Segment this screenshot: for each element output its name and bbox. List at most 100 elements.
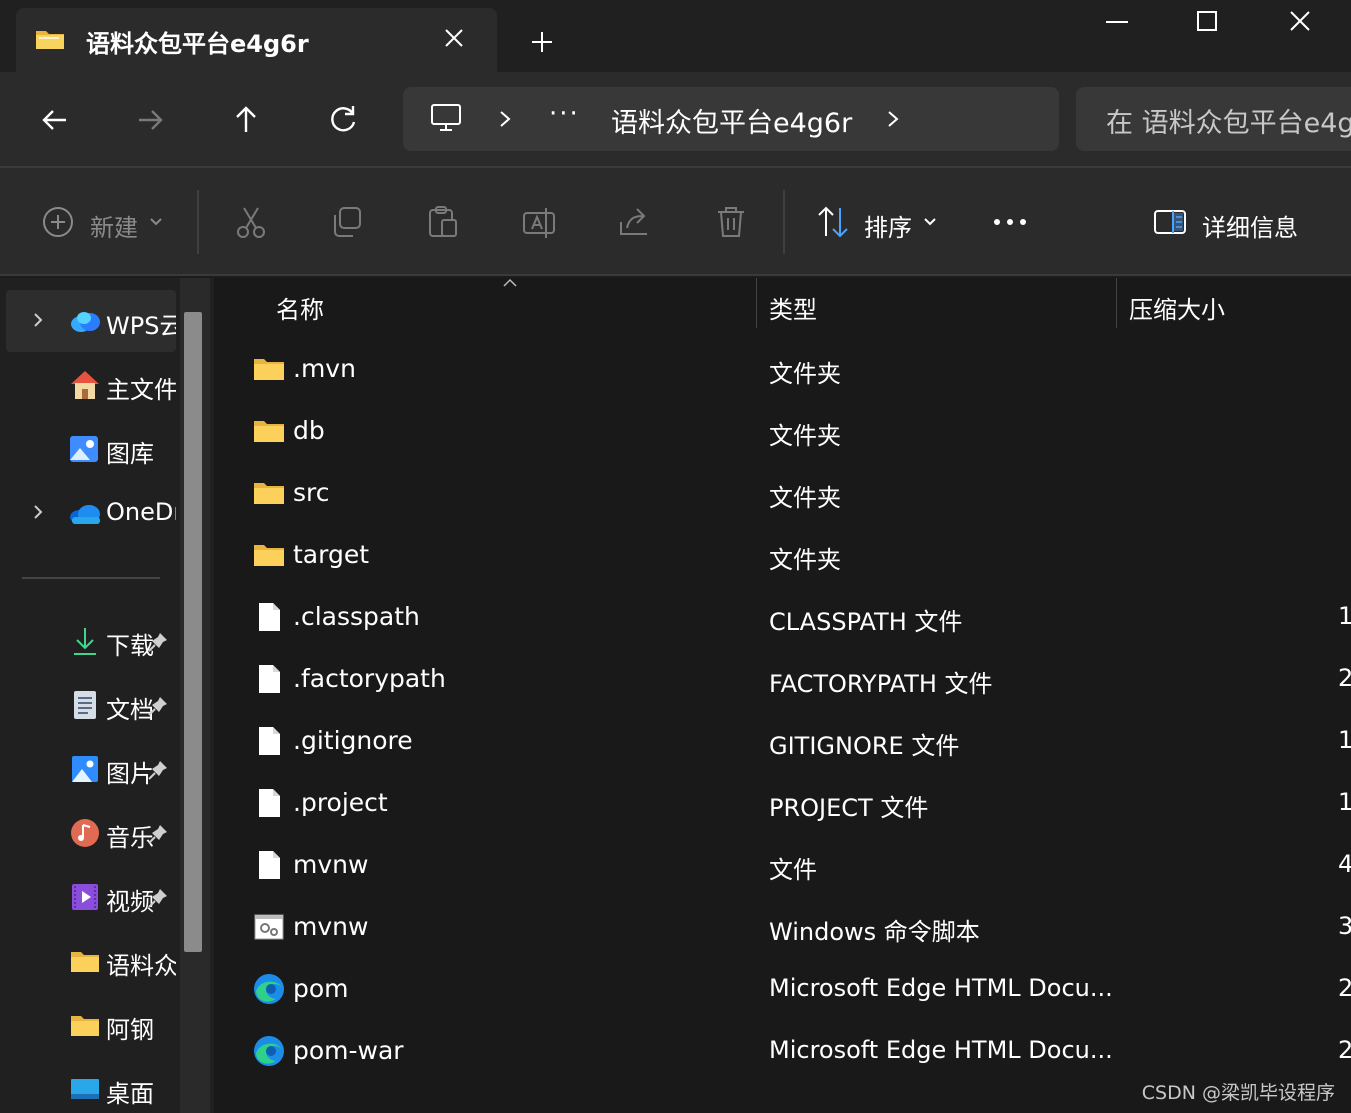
file-compressed-size: 3 (1338, 912, 1351, 940)
pin-icon[interactable] (146, 630, 170, 654)
close-icon[interactable] (440, 24, 468, 52)
file-row[interactable]: .project PROJECT 文件 1 (214, 772, 1351, 834)
column-header-compressed-size[interactable]: 压缩大小 (1129, 290, 1225, 325)
file-compressed-size: 2 (1338, 1036, 1351, 1064)
breadcrumb-current[interactable]: 语料众包平台e4g6r (611, 101, 852, 140)
sidebar-item-videos[interactable]: 视频 (6, 866, 176, 928)
this-pc-icon[interactable] (429, 101, 463, 135)
file-row[interactable]: pom Microsoft Edge HTML Docu... 2 (214, 958, 1351, 1020)
sidebar-item-documents[interactable]: 文档 (6, 674, 176, 736)
column-divider[interactable] (756, 278, 757, 328)
file-icon (259, 727, 280, 755)
sidebar-item-pictures[interactable]: 图片 (6, 738, 176, 800)
sidebar-item-folder[interactable]: 语料众包平台 (6, 930, 176, 992)
sidebar-item-home[interactable]: 主文件夹 (6, 354, 176, 416)
file-type: Microsoft Edge HTML Docu... (769, 1036, 1113, 1064)
file-row[interactable]: target 文件夹 (214, 524, 1351, 586)
sidebar-item-folder[interactable]: 阿钢 (6, 994, 176, 1056)
file-row[interactable]: db 文件夹 (214, 400, 1351, 462)
file-type: 文件夹 (769, 360, 841, 388)
sidebar-item-music[interactable]: 音乐 (6, 802, 176, 864)
refresh-icon[interactable] (323, 100, 363, 140)
maximize-icon[interactable] (1184, 8, 1230, 38)
sort-icon[interactable] (815, 204, 851, 240)
edge-icon (254, 974, 284, 1004)
share-icon[interactable] (617, 204, 653, 240)
pin-icon[interactable] (146, 886, 170, 910)
minimize-icon[interactable] (1094, 8, 1140, 38)
cut-icon[interactable] (233, 204, 269, 240)
folder-icon (254, 545, 284, 566)
sidebar-item-label: 图库 (106, 440, 154, 468)
pin-icon[interactable] (146, 694, 170, 718)
file-name: db (293, 416, 325, 445)
scrollbar-thumb[interactable] (184, 312, 202, 952)
copy-icon[interactable] (329, 204, 365, 240)
column-header-name[interactable]: 名称 (276, 290, 324, 325)
rename-icon[interactable] (521, 204, 557, 240)
home-icon (71, 371, 99, 399)
pin-icon[interactable] (146, 822, 170, 846)
file-row[interactable]: mvnw 文件 4 (214, 834, 1351, 896)
file-row[interactable]: .gitignore GITIGNORE 文件 1 (214, 710, 1351, 772)
sort-button[interactable]: 排序 (864, 208, 912, 243)
file-icon (259, 603, 280, 631)
file-name: .gitignore (293, 726, 413, 755)
chevron-right-icon[interactable] (28, 310, 48, 330)
details-button[interactable]: 详细信息 (1202, 208, 1298, 243)
sidebar-item-label: OneDrive (106, 498, 176, 526)
file-row[interactable]: .factorypath FACTORYPATH 文件 2 (214, 648, 1351, 710)
file-row[interactable]: mvnw Windows 命令脚本 3 (214, 896, 1351, 958)
address-bar[interactable]: ··· 语料众包平台e4g6r (403, 87, 1059, 151)
file-type: 文件夹 (769, 546, 841, 574)
chevron-down-icon[interactable] (148, 216, 164, 228)
chevron-down-icon[interactable] (922, 216, 938, 228)
sidebar-item-desktop[interactable]: 桌面 (6, 1058, 176, 1113)
file-row[interactable]: pom-war Microsoft Edge HTML Docu... 2 (214, 1020, 1351, 1082)
file-name: mvnw (293, 850, 369, 879)
file-type: PROJECT 文件 (769, 794, 929, 822)
chevron-right-icon[interactable] (28, 502, 48, 522)
details-pane-icon[interactable] (1152, 204, 1188, 240)
forward-arrow-icon[interactable] (131, 100, 171, 140)
column-divider[interactable] (1116, 278, 1117, 328)
folder-icon (254, 421, 284, 442)
chevron-right-icon[interactable] (883, 107, 903, 131)
back-arrow-icon[interactable] (36, 100, 76, 140)
search-box[interactable]: 在 语料众包平台e4g6r 中搜索 (1076, 87, 1351, 151)
sidebar-item-label: 阿钢 (106, 1016, 154, 1044)
pin-icon[interactable] (146, 758, 170, 782)
overflow-breadcrumb-icon[interactable]: ··· (549, 99, 580, 129)
tab-active[interactable]: 语料众包平台e4g6r (16, 8, 497, 72)
new-button[interactable]: 新建 (90, 208, 138, 243)
sidebar-item-gallery[interactable]: 图库 (6, 418, 176, 480)
paste-icon[interactable] (425, 204, 461, 240)
up-arrow-icon[interactable] (226, 100, 266, 140)
new-plus-icon[interactable] (40, 204, 76, 240)
column-header-type[interactable]: 类型 (769, 290, 817, 325)
more-options-icon[interactable] (990, 212, 1030, 232)
file-name: mvnw (293, 912, 369, 941)
file-compressed-size: 4 (1338, 850, 1351, 878)
sidebar-item-wps-cloud[interactable]: WPS云盘 (6, 290, 176, 352)
file-compressed-size: 2 (1338, 974, 1351, 1002)
file-icon (259, 851, 280, 879)
sidebar-item-downloads[interactable]: 下载 (6, 610, 176, 672)
folder-icon (254, 359, 284, 380)
video-icon (72, 884, 98, 910)
sidebar-item-onedrive[interactable]: OneDrive (6, 482, 176, 544)
delete-icon[interactable] (713, 204, 749, 240)
file-row[interactable]: src 文件夹 (214, 462, 1351, 524)
search-input[interactable]: 在 语料众包平台e4g6r 中搜索 (1106, 101, 1351, 140)
folder-icon (71, 1016, 99, 1036)
file-row[interactable]: .classpath CLASSPATH 文件 1 (214, 586, 1351, 648)
gallery-icon (70, 436, 98, 462)
file-type: CLASSPATH 文件 (769, 608, 963, 636)
download-icon (74, 628, 96, 655)
folder-icon (71, 952, 99, 972)
window-close-icon[interactable] (1277, 8, 1323, 38)
chevron-right-icon[interactable] (495, 107, 515, 131)
new-tab-plus-icon[interactable] (528, 28, 556, 56)
desktop-icon (71, 1079, 99, 1099)
file-row[interactable]: .mvn 文件夹 (214, 338, 1351, 400)
